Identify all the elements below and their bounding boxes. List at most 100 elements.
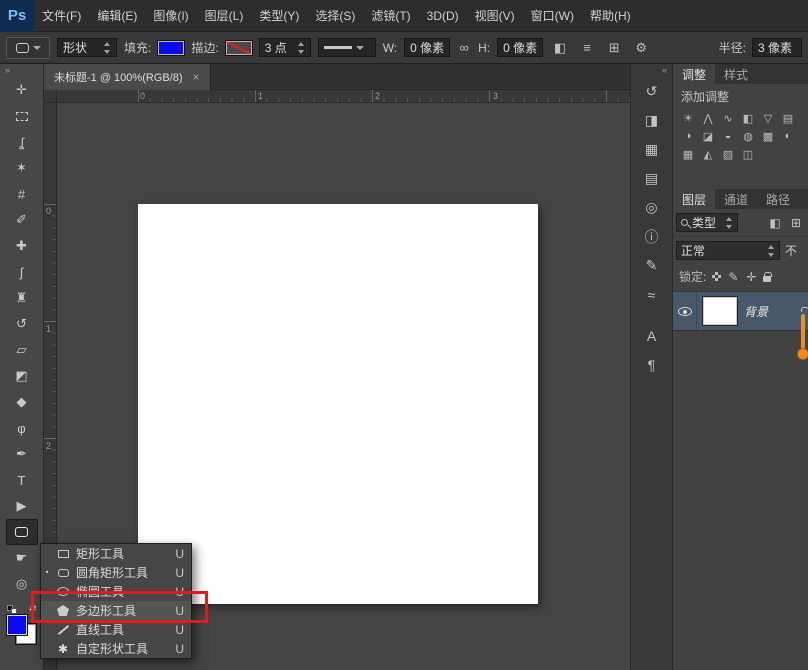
menu-type[interactable]: 类型(Y): [251, 0, 307, 32]
hand-tool[interactable]: ☛: [6, 545, 38, 571]
lasso-tool[interactable]: ʆ: [6, 129, 38, 155]
fill-color-swatch[interactable]: [158, 41, 184, 55]
hue-saturation-icon[interactable]: ▤: [779, 110, 797, 126]
menu-file[interactable]: 文件(F): [34, 0, 89, 32]
shape-tool[interactable]: [6, 519, 38, 545]
color-balance-icon[interactable]: ◑: [679, 128, 697, 144]
info-panel-icon[interactable]: ⓘ: [638, 224, 666, 249]
tab-adjustments[interactable]: 调整: [673, 64, 715, 84]
vibrance-icon[interactable]: ▽: [759, 110, 777, 126]
tab-channels[interactable]: 通道: [715, 189, 757, 209]
color-lookup-icon[interactable]: ▩: [759, 128, 777, 144]
blur-tool[interactable]: ◆: [6, 389, 38, 415]
path-selection-tool[interactable]: ▶: [6, 493, 38, 519]
crop-tool[interactable]: #: [6, 181, 38, 207]
clone-source-panel-icon[interactable]: ≈: [638, 282, 666, 307]
blend-mode-select[interactable]: 正常: [676, 241, 780, 260]
tab-styles[interactable]: 样式: [715, 64, 757, 84]
properties-panel-icon[interactable]: ◨: [638, 108, 666, 133]
layer-thumbnail[interactable]: [703, 297, 737, 325]
lock-transparency-icon[interactable]: [712, 272, 721, 281]
path-arrangement-icon[interactable]: ⊞: [604, 38, 624, 58]
pen-tool[interactable]: ✒: [6, 441, 38, 467]
history-brush-tool[interactable]: ↺: [6, 311, 38, 337]
path-alignment-icon[interactable]: ≡: [577, 38, 597, 58]
clone-stamp-tool[interactable]: ♜: [6, 285, 38, 311]
path-operations-icon[interactable]: ◧: [550, 38, 570, 58]
line-style-icon: [324, 46, 352, 49]
tool-preset-picker[interactable]: [6, 37, 50, 59]
right-panel-column: 调整 样式 添加调整 ☀ ⋀ ∿ ◧ ▽ ▤ ◑ ◪ ◒ ◍ ▩ ◐ ▦ ◭ ▨…: [672, 64, 808, 670]
marquee-tool[interactable]: [6, 103, 38, 129]
lock-position-icon[interactable]: ✛: [745, 271, 757, 283]
brush-panel-icon[interactable]: ✎: [638, 253, 666, 278]
healing-brush-tool[interactable]: ✚: [6, 233, 38, 259]
menu-filter[interactable]: 滤镜(T): [363, 0, 418, 32]
dock-collapse-icon[interactable]: «: [631, 64, 672, 77]
shape-width-field[interactable]: 0 像素: [404, 38, 450, 57]
flyout-rectangle-tool[interactable]: 矩形工具 U: [41, 544, 191, 563]
menu-layer[interactable]: 图层(L): [197, 0, 252, 32]
navigator-panel-icon[interactable]: ◎: [638, 195, 666, 220]
black-white-icon[interactable]: ◪: [699, 128, 717, 144]
brightness-contrast-icon[interactable]: ☀: [679, 110, 697, 126]
history-panel-icon[interactable]: ↺: [638, 79, 666, 104]
layer-filter-select[interactable]: 类型: [676, 213, 738, 232]
stroke-type-select[interactable]: [318, 38, 376, 57]
default-colors-icon[interactable]: [7, 605, 17, 614]
document-title: 未标题-1 @ 100%(RGB/8): [54, 69, 183, 85]
threshold-icon[interactable]: ◭: [699, 146, 717, 162]
menu-window[interactable]: 窗口(W): [523, 0, 582, 32]
levels-icon[interactable]: ⋀: [699, 110, 717, 126]
type-tool[interactable]: T: [6, 467, 38, 493]
radius-field[interactable]: 3 像素: [752, 38, 802, 57]
photo-filter-icon[interactable]: ◒: [719, 128, 737, 144]
menu-image[interactable]: 图像(I): [145, 0, 196, 32]
curves-icon[interactable]: ∿: [719, 110, 737, 126]
link-dimensions-icon[interactable]: ∞: [457, 38, 471, 58]
visibility-cell[interactable]: [673, 292, 697, 330]
menu-view[interactable]: 视图(V): [467, 0, 523, 32]
stroke-width-field[interactable]: 3 点: [259, 38, 311, 57]
dodge-tool[interactable]: φ: [6, 415, 38, 441]
tool-mode-select[interactable]: 形状: [57, 38, 117, 57]
eyedropper-tool[interactable]: ✐: [6, 207, 38, 233]
flyout-custom-shape-tool[interactable]: ✱ 自定形状工具 U: [41, 639, 191, 658]
swatches-panel-icon[interactable]: ▦: [638, 137, 666, 162]
paragraph-panel-icon[interactable]: ¶: [638, 352, 666, 377]
filter-toggle-icon[interactable]: ⊞: [787, 214, 805, 232]
lock-pixels-icon[interactable]: ✎: [727, 271, 739, 283]
lock-all-icon[interactable]: [763, 276, 771, 282]
menu-3d[interactable]: 3D(D): [419, 0, 467, 32]
channel-mixer-icon[interactable]: ◍: [739, 128, 757, 144]
menu-select[interactable]: 选择(S): [307, 0, 363, 32]
move-tool[interactable]: ✛: [6, 77, 38, 103]
invert-icon[interactable]: ◐: [779, 128, 797, 144]
gradient-map-icon[interactable]: ▨: [719, 146, 737, 162]
canvas-document[interactable]: [138, 204, 538, 604]
menu-help[interactable]: 帮助(H): [582, 0, 639, 32]
gradient-tool[interactable]: ◩: [6, 363, 38, 389]
toolbar-collapse-icon[interactable]: »: [0, 64, 43, 77]
filter-kind-icon[interactable]: ◧: [766, 214, 784, 232]
gear-icon[interactable]: ⚙: [631, 38, 651, 58]
tab-paths[interactable]: 路径: [757, 189, 799, 209]
shape-height-field[interactable]: 0 像素: [497, 38, 543, 57]
flyout-rounded-rectangle-tool[interactable]: ▪ 圆角矩形工具 U: [41, 563, 191, 582]
menu-edit[interactable]: 编辑(E): [89, 0, 145, 32]
character-panel-icon[interactable]: A: [638, 323, 666, 348]
close-tab-icon[interactable]: ×: [193, 70, 200, 84]
selective-color-icon[interactable]: ◫: [739, 146, 757, 162]
tab-layers[interactable]: 图层: [673, 189, 715, 209]
eraser-tool[interactable]: ▱: [6, 337, 38, 363]
foreground-color-swatch[interactable]: [7, 615, 27, 635]
color-panel-icon[interactable]: ▤: [638, 166, 666, 191]
stroke-color-swatch[interactable]: [226, 41, 252, 55]
brush-tool[interactable]: ʃ: [6, 259, 38, 285]
posterize-icon[interactable]: ▦: [679, 146, 697, 162]
quick-selection-tool[interactable]: ✶: [6, 155, 38, 181]
exposure-icon[interactable]: ◧: [739, 110, 757, 126]
document-tab[interactable]: 未标题-1 @ 100%(RGB/8) ×: [44, 64, 211, 90]
ruler-label: 2: [375, 91, 380, 101]
layer-row-background[interactable]: 背景: [673, 291, 808, 331]
